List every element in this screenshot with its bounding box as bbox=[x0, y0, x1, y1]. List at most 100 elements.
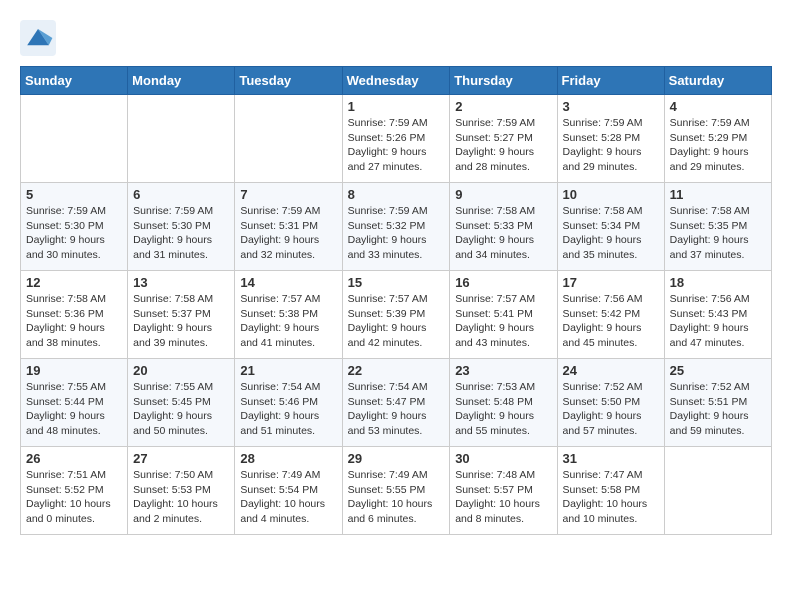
day-number: 15 bbox=[348, 275, 445, 290]
day-info: Sunrise: 7:49 AMSunset: 5:55 PMDaylight:… bbox=[348, 468, 445, 527]
day-number: 17 bbox=[563, 275, 659, 290]
calendar-cell: 6 Sunrise: 7:59 AMSunset: 5:30 PMDaylight… bbox=[128, 183, 235, 271]
page-header bbox=[20, 20, 772, 56]
calendar-cell: 24 Sunrise: 7:52 AMSunset: 5:50 PMDayligh… bbox=[557, 359, 664, 447]
logo-icon bbox=[20, 20, 56, 56]
day-number: 21 bbox=[240, 363, 336, 378]
day-number: 24 bbox=[563, 363, 659, 378]
calendar-cell: 12 Sunrise: 7:58 AMSunset: 5:36 PMDayligh… bbox=[21, 271, 128, 359]
calendar-cell: 15Sunrise: 7:57 AMSunset: 5:39 PMDayligh… bbox=[342, 271, 450, 359]
day-number: 1 bbox=[348, 99, 445, 114]
day-info: Sunrise: 7:57 AMSunset: 5:38 PMDaylight:… bbox=[240, 292, 336, 351]
day-number: 29 bbox=[348, 451, 445, 466]
day-info: Sunrise: 7:59 AMSunset: 5:27 PMDaylight:… bbox=[455, 116, 551, 175]
logo bbox=[20, 20, 60, 56]
day-info: Sunrise: 7:54 AMSunset: 5:46 PMDaylight:… bbox=[240, 380, 336, 439]
day-info: Sunrise: 7:52 AMSunset: 5:50 PMDaylight:… bbox=[563, 380, 659, 439]
day-number: 7 bbox=[240, 187, 336, 202]
calendar-cell: 8 Sunrise: 7:59 AMSunset: 5:32 PMDaylight… bbox=[342, 183, 450, 271]
calendar-cell: 10 Sunrise: 7:58 AMSunset: 5:34 PMDayligh… bbox=[557, 183, 664, 271]
header-thursday: Thursday bbox=[450, 67, 557, 95]
calendar-week-5: 26Sunrise: 7:51 AMSunset: 5:52 PMDayligh… bbox=[21, 447, 772, 535]
calendar-cell: 26Sunrise: 7:51 AMSunset: 5:52 PMDayligh… bbox=[21, 447, 128, 535]
calendar-cell: 25 Sunrise: 7:52 AMSunset: 5:51 PMDayligh… bbox=[664, 359, 771, 447]
header-tuesday: Tuesday bbox=[235, 67, 342, 95]
calendar-cell: 2 Sunrise: 7:59 AMSunset: 5:27 PMDaylight… bbox=[450, 95, 557, 183]
day-info: Sunrise: 7:59 AMSunset: 5:28 PMDaylight:… bbox=[563, 116, 659, 175]
day-number: 11 bbox=[670, 187, 766, 202]
day-number: 23 bbox=[455, 363, 551, 378]
day-number: 12 bbox=[26, 275, 122, 290]
day-info: Sunrise: 7:47 AMSunset: 5:58 PMDaylight:… bbox=[563, 468, 659, 527]
calendar-week-4: 19Sunrise: 7:55 AMSunset: 5:44 PMDayligh… bbox=[21, 359, 772, 447]
calendar-week-3: 12 Sunrise: 7:58 AMSunset: 5:36 PMDayligh… bbox=[21, 271, 772, 359]
header-friday: Friday bbox=[557, 67, 664, 95]
calendar-week-1: 1 Sunrise: 7:59 AMSunset: 5:26 PMDaylight… bbox=[21, 95, 772, 183]
day-info: Sunrise: 7:59 AMSunset: 5:32 PMDaylight:… bbox=[348, 204, 445, 263]
day-number: 20 bbox=[133, 363, 229, 378]
day-info: Sunrise: 7:58 AMSunset: 5:34 PMDaylight:… bbox=[563, 204, 659, 263]
day-info: Sunrise: 7:58 AMSunset: 5:37 PMDaylight:… bbox=[133, 292, 229, 351]
calendar-cell bbox=[664, 447, 771, 535]
calendar-cell: 4 Sunrise: 7:59 AMSunset: 5:29 PMDaylight… bbox=[664, 95, 771, 183]
calendar-cell bbox=[21, 95, 128, 183]
day-info: Sunrise: 7:50 AMSunset: 5:53 PMDaylight:… bbox=[133, 468, 229, 527]
calendar-week-2: 5 Sunrise: 7:59 AMSunset: 5:30 PMDaylight… bbox=[21, 183, 772, 271]
day-number: 22 bbox=[348, 363, 445, 378]
calendar-cell: 16 Sunrise: 7:57 AMSunset: 5:41 PMDayligh… bbox=[450, 271, 557, 359]
calendar-cell: 23 Sunrise: 7:53 AMSunset: 5:48 PMDayligh… bbox=[450, 359, 557, 447]
calendar-cell: 29 Sunrise: 7:49 AMSunset: 5:55 PMDayligh… bbox=[342, 447, 450, 535]
day-info: Sunrise: 7:55 AMSunset: 5:44 PMDaylight:… bbox=[26, 380, 122, 439]
calendar-cell: 1 Sunrise: 7:59 AMSunset: 5:26 PMDaylight… bbox=[342, 95, 450, 183]
calendar-cell: 13 Sunrise: 7:58 AMSunset: 5:37 PMDayligh… bbox=[128, 271, 235, 359]
day-number: 9 bbox=[455, 187, 551, 202]
day-info: Sunrise: 7:59 AMSunset: 5:29 PMDaylight:… bbox=[670, 116, 766, 175]
day-info: Sunrise: 7:59 AMSunset: 5:30 PMDaylight:… bbox=[26, 204, 122, 263]
day-number: 8 bbox=[348, 187, 445, 202]
day-info: Sunrise: 7:49 AMSunset: 5:54 PMDaylight:… bbox=[240, 468, 336, 527]
calendar-cell: 11Sunrise: 7:58 AMSunset: 5:35 PMDayligh… bbox=[664, 183, 771, 271]
day-number: 5 bbox=[26, 187, 122, 202]
day-number: 25 bbox=[670, 363, 766, 378]
day-info: Sunrise: 7:59 AMSunset: 5:26 PMDaylight:… bbox=[348, 116, 445, 175]
day-info: Sunrise: 7:52 AMSunset: 5:51 PMDaylight:… bbox=[670, 380, 766, 439]
calendar-header-row: SundayMondayTuesdayWednesdayThursdayFrid… bbox=[21, 67, 772, 95]
calendar-cell bbox=[235, 95, 342, 183]
calendar-cell: 21 Sunrise: 7:54 AMSunset: 5:46 PMDayligh… bbox=[235, 359, 342, 447]
calendar-cell: 7 Sunrise: 7:59 AMSunset: 5:31 PMDaylight… bbox=[235, 183, 342, 271]
calendar-cell: 20 Sunrise: 7:55 AMSunset: 5:45 PMDayligh… bbox=[128, 359, 235, 447]
calendar-cell: 31 Sunrise: 7:47 AMSunset: 5:58 PMDayligh… bbox=[557, 447, 664, 535]
day-info: Sunrise: 7:59 AMSunset: 5:31 PMDaylight:… bbox=[240, 204, 336, 263]
calendar-cell: 18Sunrise: 7:56 AMSunset: 5:43 PMDayligh… bbox=[664, 271, 771, 359]
calendar-cell: 3 Sunrise: 7:59 AMSunset: 5:28 PMDaylight… bbox=[557, 95, 664, 183]
calendar-cell: 28 Sunrise: 7:49 AMSunset: 5:54 PMDayligh… bbox=[235, 447, 342, 535]
calendar-cell: 22Sunrise: 7:54 AMSunset: 5:47 PMDayligh… bbox=[342, 359, 450, 447]
day-number: 14 bbox=[240, 275, 336, 290]
day-number: 3 bbox=[563, 99, 659, 114]
calendar-cell bbox=[128, 95, 235, 183]
day-info: Sunrise: 7:53 AMSunset: 5:48 PMDaylight:… bbox=[455, 380, 551, 439]
calendar-table: SundayMondayTuesdayWednesdayThursdayFrid… bbox=[20, 66, 772, 535]
header-sunday: Sunday bbox=[21, 67, 128, 95]
day-info: Sunrise: 7:58 AMSunset: 5:33 PMDaylight:… bbox=[455, 204, 551, 263]
header-wednesday: Wednesday bbox=[342, 67, 450, 95]
day-number: 28 bbox=[240, 451, 336, 466]
day-number: 4 bbox=[670, 99, 766, 114]
day-info: Sunrise: 7:51 AMSunset: 5:52 PMDaylight:… bbox=[26, 468, 122, 527]
day-number: 10 bbox=[563, 187, 659, 202]
day-info: Sunrise: 7:57 AMSunset: 5:41 PMDaylight:… bbox=[455, 292, 551, 351]
day-number: 6 bbox=[133, 187, 229, 202]
day-number: 16 bbox=[455, 275, 551, 290]
day-info: Sunrise: 7:56 AMSunset: 5:42 PMDaylight:… bbox=[563, 292, 659, 351]
calendar-cell: 19Sunrise: 7:55 AMSunset: 5:44 PMDayligh… bbox=[21, 359, 128, 447]
day-number: 27 bbox=[133, 451, 229, 466]
day-info: Sunrise: 7:56 AMSunset: 5:43 PMDaylight:… bbox=[670, 292, 766, 351]
calendar-cell: 14 Sunrise: 7:57 AMSunset: 5:38 PMDayligh… bbox=[235, 271, 342, 359]
day-number: 2 bbox=[455, 99, 551, 114]
day-number: 13 bbox=[133, 275, 229, 290]
day-number: 31 bbox=[563, 451, 659, 466]
calendar-cell: 5 Sunrise: 7:59 AMSunset: 5:30 PMDaylight… bbox=[21, 183, 128, 271]
day-info: Sunrise: 7:58 AMSunset: 5:36 PMDaylight:… bbox=[26, 292, 122, 351]
day-info: Sunrise: 7:59 AMSunset: 5:30 PMDaylight:… bbox=[133, 204, 229, 263]
day-info: Sunrise: 7:55 AMSunset: 5:45 PMDaylight:… bbox=[133, 380, 229, 439]
